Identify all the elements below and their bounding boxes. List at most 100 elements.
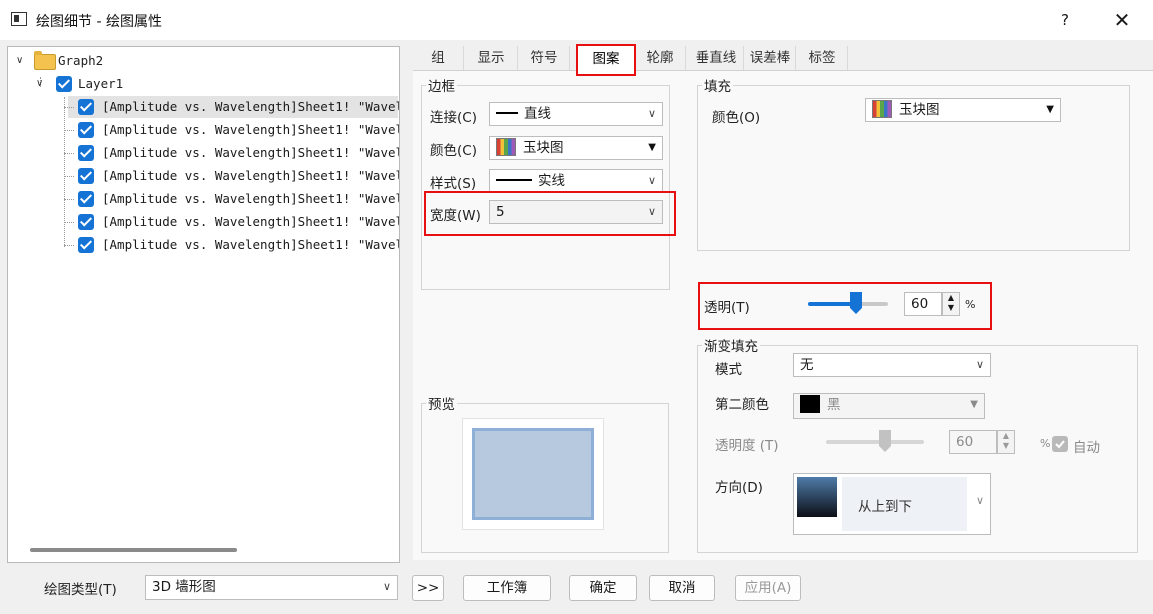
border-color-label: 颜色(C)	[430, 143, 477, 159]
chevron-down-icon: ∨	[647, 107, 656, 120]
tab-display[interactable]: 显示	[465, 46, 518, 70]
plot-checkbox[interactable]	[78, 168, 94, 184]
expand-button[interactable]: >>	[412, 575, 444, 601]
line-sample-icon	[496, 178, 532, 181]
color-palette-icon	[872, 99, 892, 118]
gradient-group-title: 渐变填充	[702, 335, 760, 355]
width-dropdown[interactable]: 5 ∨	[489, 200, 663, 224]
border-color-dropdown[interactable]: 玉块图 ▼	[489, 136, 663, 160]
connect-dropdown[interactable]: 直线 ∨	[489, 102, 663, 126]
slider-thumb-icon	[878, 430, 891, 452]
dropdown-arrow-icon: ▼	[648, 142, 656, 153]
tree-plot-item[interactable]: [Amplitude vs. Wavelength]Sheet1! "Wavel	[64, 188, 400, 210]
auto-checkbox[interactable]	[1052, 436, 1068, 452]
transparency-input[interactable]: 60	[904, 292, 942, 316]
tree-plot-item[interactable]: [Amplitude vs. Wavelength]Sheet1! "Wavel	[64, 211, 400, 233]
transparency-slider-thumb[interactable]	[850, 292, 862, 314]
chevron-down-icon: ∨	[647, 205, 656, 218]
title-bar: 绘图细节 - 绘图属性 ? ✕	[0, 0, 1153, 40]
gradient-opacity-input[interactable]: 60	[949, 430, 997, 454]
plot-type-dropdown[interactable]: 3D 墙形图 ∨	[145, 575, 398, 600]
plot-tree[interactable]: ∨ Graph2 ∨ Layer1 [Amplitude vs. Wavelen…	[7, 46, 400, 563]
line-sample-icon	[496, 111, 518, 114]
gradient-opacity-slider[interactable]	[826, 440, 924, 444]
tab-drop-lines[interactable]: 垂直线	[689, 46, 744, 70]
plot-checkbox[interactable]	[78, 99, 94, 115]
gradient-direction-preview	[797, 477, 837, 517]
apply-button[interactable]: 应用(A)	[735, 575, 801, 601]
chevron-down-icon: ∨	[975, 494, 984, 507]
transparency-spinner[interactable]: ▲ ▼	[942, 292, 960, 316]
plot-label: [Amplitude vs. Wavelength]Sheet1! "Wavel	[102, 214, 400, 229]
tree-plot-item[interactable]: [Amplitude vs. Wavelength]Sheet1! "Wavel	[64, 96, 399, 118]
style-dropdown[interactable]: 实线 ∨	[489, 169, 663, 193]
mode-value: 无	[800, 357, 814, 373]
mode-label: 模式	[715, 362, 742, 378]
border-group-title: 边框	[426, 75, 457, 95]
chevron-down-icon: ∨	[647, 174, 656, 187]
tree-plot-item[interactable]: [Amplitude vs. Wavelength]Sheet1! "Wavel	[64, 234, 400, 256]
color-palette-icon	[496, 137, 516, 156]
connect-label: 连接(C)	[430, 110, 477, 126]
close-button[interactable]: ✕	[1100, 6, 1144, 34]
plot-type-label: 绘图类型(T)	[44, 582, 117, 598]
plot-checkbox[interactable]	[78, 145, 94, 161]
ok-button[interactable]: 确定	[569, 575, 637, 601]
chevron-down-icon: ∨	[975, 358, 984, 371]
help-button[interactable]: ?	[1050, 8, 1080, 32]
tree-plot-item[interactable]: [Amplitude vs. Wavelength]Sheet1! "Wavel	[64, 119, 400, 141]
tree-node-graph[interactable]: ∨ Graph2	[16, 50, 396, 72]
connect-value: 直线	[524, 106, 551, 122]
style-value: 实线	[538, 173, 565, 189]
chevron-down-icon: ∨	[382, 580, 391, 593]
tab-error-bars[interactable]: 误差棒	[745, 46, 796, 70]
cancel-button[interactable]: 取消	[649, 575, 715, 601]
chevron-down-icon[interactable]: ∨	[36, 73, 48, 95]
plot-label: [Amplitude vs. Wavelength]Sheet1! "Wavel	[102, 122, 400, 137]
gradient-opacity-unit: %	[1040, 437, 1051, 450]
tree-node-layer[interactable]: ∨ Layer1	[36, 73, 396, 95]
chevron-down-icon[interactable]: ∨	[16, 50, 28, 72]
second-color-label: 第二颜色	[715, 397, 769, 413]
gradient-opacity-slider-thumb[interactable]	[878, 430, 891, 452]
tree-node-label: Graph2	[58, 53, 104, 68]
plot-checkbox[interactable]	[78, 191, 94, 207]
layer-checkbox[interactable]	[56, 76, 72, 92]
direction-dropdown[interactable]: 从上到下 ∨	[793, 473, 991, 535]
tree-node-label: Layer1	[78, 76, 124, 91]
window-title: 绘图细节 - 绘图属性	[36, 14, 162, 30]
transparency-label: 透明(T)	[704, 300, 750, 316]
plot-label: [Amplitude vs. Wavelength]Sheet1! "Wavel	[102, 237, 400, 252]
tab-group[interactable]: 组	[413, 46, 464, 70]
tab-pattern[interactable]: 图案	[576, 44, 636, 76]
tree-plot-item[interactable]: [Amplitude vs. Wavelength]Sheet1! "Wavel	[64, 142, 400, 164]
border-color-value: 玉块图	[523, 140, 564, 156]
plot-label: [Amplitude vs. Wavelength]Sheet1! "Wavel	[102, 145, 400, 160]
tab-strip: 组 显示 符号 图案 轮廓 垂直线 误差棒 标签	[413, 44, 1141, 76]
width-label: 宽度(W)	[430, 208, 481, 224]
plot-label: [Amplitude vs. Wavelength]Sheet1! "Wavel	[102, 191, 400, 206]
color-swatch-black	[800, 394, 820, 413]
mode-dropdown[interactable]: 无 ∨	[793, 353, 991, 377]
plot-checkbox[interactable]	[78, 122, 94, 138]
workbook-button[interactable]: 工作簿	[463, 575, 551, 601]
plot-checkbox[interactable]	[78, 214, 94, 230]
tab-labels[interactable]: 标签	[797, 46, 848, 70]
fill-color-dropdown[interactable]: 玉块图 ▼	[865, 98, 1061, 122]
horizontal-scrollbar[interactable]	[30, 548, 237, 552]
checkmark-icon	[1055, 440, 1065, 449]
second-color-value: 黑	[827, 397, 841, 413]
tab-symbol[interactable]: 符号	[519, 46, 570, 70]
preview-canvas	[462, 418, 604, 530]
dropdown-arrow-icon: ▼	[1046, 104, 1054, 115]
transparency-unit: %	[965, 298, 976, 311]
dropdown-arrow-icon: ▼	[970, 399, 978, 410]
gradient-opacity-spinner[interactable]: ▲ ▼	[997, 430, 1015, 454]
plot-type-value: 3D 墙形图	[152, 579, 216, 595]
tree-plot-item[interactable]: [Amplitude vs. Wavelength]Sheet1! "Wavel	[64, 165, 399, 187]
slider-thumb-icon	[850, 292, 862, 314]
second-color-dropdown[interactable]: 黑 ▼	[793, 393, 985, 419]
plot-checkbox[interactable]	[78, 237, 94, 253]
tab-outline[interactable]: 轮廓	[635, 46, 686, 70]
folder-icon	[34, 51, 56, 70]
